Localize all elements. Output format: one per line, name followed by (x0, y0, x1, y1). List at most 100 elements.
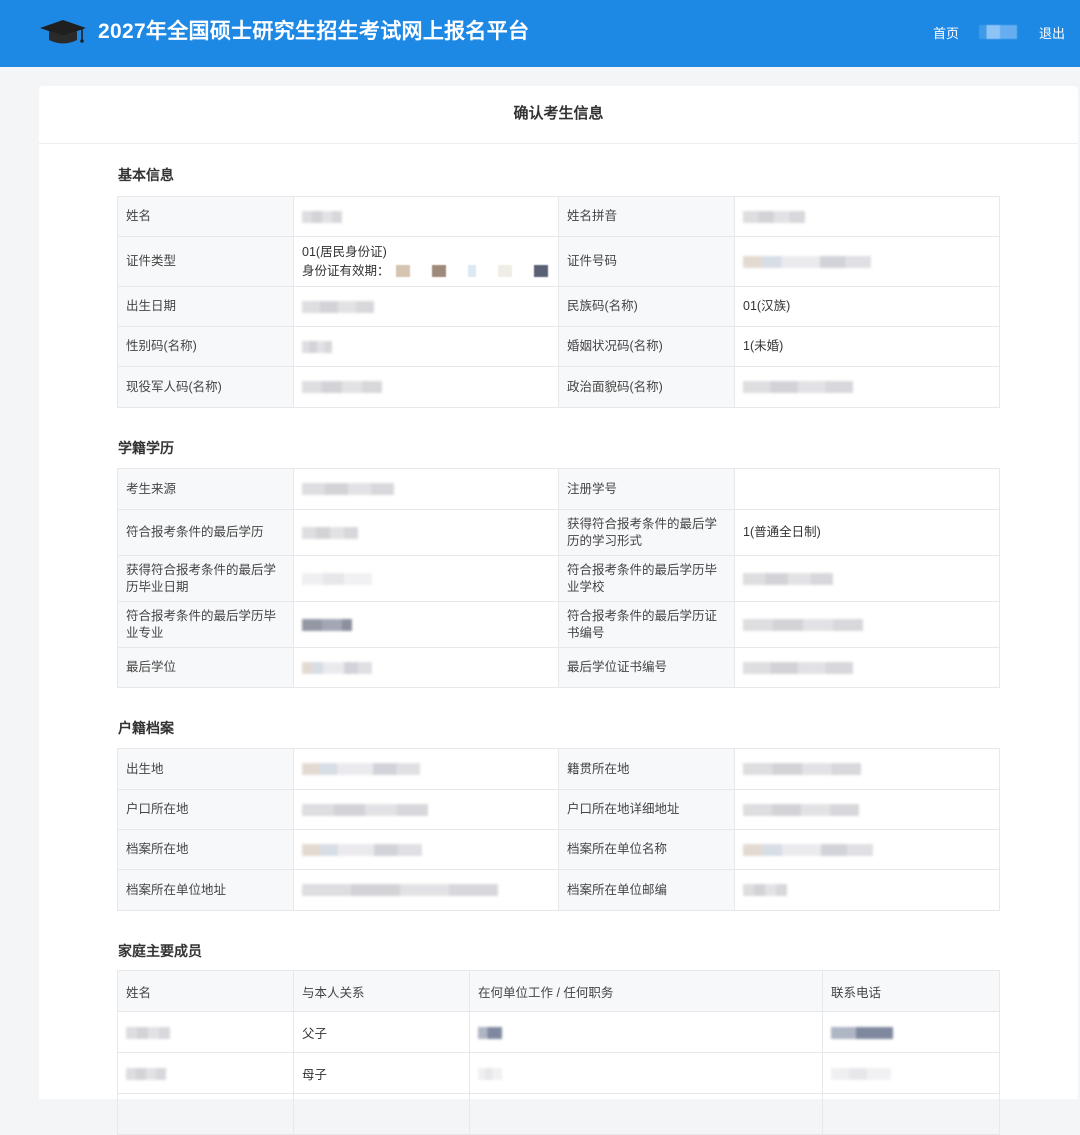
birth-date-masked (293, 286, 559, 327)
family-relation: 母子 (293, 1052, 470, 1094)
id-number-masked (734, 236, 1000, 287)
id-valid-label: 身份证有效期： (302, 263, 390, 278)
archive-location-label: 档案所在地 (117, 829, 294, 870)
archive-location-masked (293, 829, 559, 870)
table-row: 符合报考条件的最后学历毕业专业 符合报考条件的最后学历证书编号 (117, 601, 1000, 648)
military-value-masked (293, 366, 559, 408)
id-type-cell: 01(居民身份证) 身份证有效期： (293, 236, 559, 287)
pinyin-label: 姓名拼音 (558, 196, 735, 237)
id-type-value: 01(居民身份证) (302, 244, 387, 259)
regno-label: 注册学号 (558, 468, 735, 510)
table-row: 符合报考条件的最后学历 获得符合报考条件的最后学历的学习形式 1(普通全日制) (117, 509, 1000, 556)
table-row: 出生日期 民族码(名称) 01(汉族) (117, 286, 1000, 327)
table-row: 出生地 籍贯所在地 (117, 748, 1000, 790)
top-nav: 首页 退出 (933, 21, 1065, 43)
regno-value (734, 468, 1000, 510)
degree-value-masked (293, 509, 559, 556)
family-name-masked (117, 1011, 294, 1053)
id-number-label: 证件号码 (558, 236, 735, 287)
birthplace-label: 出生地 (117, 748, 294, 790)
degree-cert-masked (734, 647, 1000, 688)
table-row: 获得符合报考条件的最后学历毕业日期 符合报考条件的最后学历毕业学校 (117, 555, 1000, 602)
gender-value-masked (293, 326, 559, 367)
grad-date-masked (293, 555, 559, 602)
archive-unit-label: 档案所在单位名称 (558, 829, 735, 870)
grad-date-label: 获得符合报考条件的最后学历毕业日期 (117, 555, 294, 602)
id-valid-row: 身份证有效期： (302, 263, 550, 280)
birth-date-label: 出生日期 (117, 286, 294, 327)
military-label: 现役军人码(名称) (117, 366, 294, 408)
last-degree-label: 最后学位 (117, 647, 294, 688)
family-name-masked (117, 1052, 294, 1094)
source-label: 考生来源 (117, 468, 294, 510)
basic-info-table: 姓名 姓名拼音 证件类型 01(居民身份证) 身份证有效期： 证件号码 出生日期… (117, 196, 1000, 408)
site-title: 2027年全国硕士研究生招生考试网上报名平台 (98, 20, 530, 43)
hukou-label: 户口所在地 (117, 789, 294, 830)
family-relation: 父子 (293, 1011, 470, 1053)
name-label: 姓名 (117, 196, 294, 237)
nav-logout-link[interactable]: 退出 (1039, 23, 1065, 42)
family-table: 姓名 与本人关系 在何单位工作 / 任何职务 联系电话 父子 母子 (117, 970, 1000, 1135)
table-row: 现役军人码(名称) 政治面貌码(名称) (117, 366, 1000, 408)
pinyin-value-masked (734, 196, 1000, 237)
family-phone-masked (822, 1011, 1000, 1053)
gender-label: 性别码(名称) (117, 326, 294, 367)
marital-value: 1(未婚) (734, 326, 1000, 367)
family-phone-masked (822, 1052, 1000, 1094)
birthplace-masked (293, 748, 559, 790)
family-row: 母子 (117, 1052, 1000, 1094)
table-row: 档案所在单位地址 档案所在单位邮编 (117, 869, 1000, 911)
family-header-row: 姓名 与本人关系 在何单位工作 / 任何职务 联系电话 (117, 970, 1000, 1012)
top-header-bar: 2027年全国硕士研究生招生考试网上报名平台 首页 退出 (0, 0, 1080, 67)
table-row: 考生来源 注册学号 (117, 468, 1000, 510)
col-header-relation: 与本人关系 (293, 970, 470, 1012)
archive-zip-masked (734, 869, 1000, 911)
major-label: 符合报考条件的最后学历毕业专业 (117, 601, 294, 648)
table-row: 姓名 姓名拼音 (117, 196, 1000, 237)
id-valid-masked (395, 265, 548, 278)
degree-cert-label: 最后学位证书编号 (558, 647, 735, 688)
table-row: 最后学位 最后学位证书编号 (117, 647, 1000, 688)
native-masked (734, 748, 1000, 790)
section-title-basic: 基本信息 (118, 167, 174, 183)
table-row: 证件类型 01(居民身份证) 身份证有效期： 证件号码 (117, 236, 1000, 287)
nav-username-masked[interactable] (978, 25, 1017, 39)
ethnic-value: 01(汉族) (734, 286, 1000, 327)
last-degree-masked (293, 647, 559, 688)
study-form-value: 1(普通全日制) (734, 509, 1000, 556)
household-table: 出生地 籍贯所在地 户口所在地 户口所在地详细地址 档案所在地 档案所在单位名称… (117, 748, 1000, 911)
table-row: 档案所在地 档案所在单位名称 (117, 829, 1000, 870)
source-value-masked (293, 468, 559, 510)
col-header-name: 姓名 (117, 970, 294, 1012)
hukou-masked (293, 789, 559, 830)
archive-address-masked (293, 869, 559, 911)
hukou-detail-masked (734, 789, 1000, 830)
study-form-label: 获得符合报考条件的最后学历的学习形式 (558, 509, 735, 556)
col-header-work: 在何单位工作 / 任何职务 (469, 970, 823, 1012)
political-value-masked (734, 366, 1000, 408)
cert-no-masked (734, 601, 1000, 648)
section-title-household: 户籍档案 (118, 720, 174, 736)
family-work-masked (469, 1052, 823, 1094)
table-row: 户口所在地 户口所在地详细地址 (117, 789, 1000, 830)
major-value-masked (293, 601, 559, 648)
archive-address-label: 档案所在单位地址 (117, 869, 294, 911)
grad-school-label: 符合报考条件的最后学历毕业学校 (558, 555, 735, 602)
education-table: 考生来源 注册学号 符合报考条件的最后学历 获得符合报考条件的最后学历的学习形式… (117, 468, 1000, 688)
cert-no-label: 符合报考条件的最后学历证书编号 (558, 601, 735, 648)
nav-home-link[interactable]: 首页 (933, 23, 959, 42)
political-label: 政治面貌码(名称) (558, 366, 735, 408)
family-row-partial (117, 1093, 1000, 1135)
hukou-detail-label: 户口所在地详细地址 (558, 789, 735, 830)
archive-zip-label: 档案所在单位邮编 (558, 869, 735, 911)
main-panel: 确认考生信息 基本信息 姓名 姓名拼音 证件类型 01(居民身份证) 身份证有效… (39, 86, 1078, 1135)
table-row: 性别码(名称) 婚姻状况码(名称) 1(未婚) (117, 326, 1000, 367)
graduation-cap-icon (40, 20, 86, 44)
family-work-masked (469, 1011, 823, 1053)
page-heading: 确认考生信息 (39, 86, 1078, 144)
family-row: 父子 (117, 1011, 1000, 1053)
section-title-education: 学籍学历 (118, 440, 174, 456)
name-value-masked (293, 196, 559, 237)
native-label: 籍贯所在地 (558, 748, 735, 790)
section-title-family: 家庭主要成员 (118, 943, 202, 959)
